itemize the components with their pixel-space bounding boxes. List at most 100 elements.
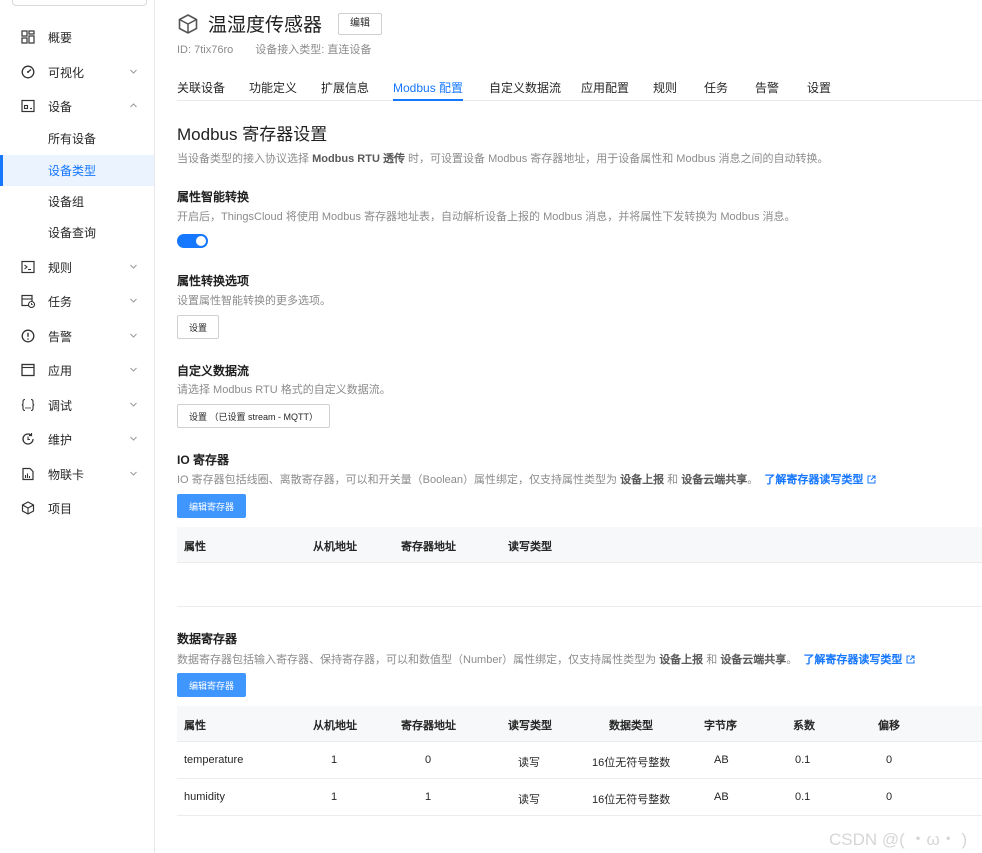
table-row: humidity 1 1 读写 16位无符号整数 AB 0.1 0 <box>177 779 982 816</box>
io-register-table-header: 属性 从机地址 寄存器地址 读写类型 <box>177 527 982 563</box>
tab-functions[interactable]: 功能定义 <box>249 79 297 101</box>
sidebar-subitem-device-types[interactable]: 设备类型 <box>0 155 154 186</box>
io-register-desc: IO 寄存器包括线圈、离散寄存器，可以和开关量（Boolean）属性绑定，仅支持… <box>177 471 876 487</box>
device-type-meta: ID: 7tix76ro 设备接入类型: 直连设备 <box>177 41 390 57</box>
column-header: 寄存器地址 <box>401 720 456 732</box>
smart-convert-toggle[interactable] <box>177 234 208 248</box>
column-header: 属性 <box>184 720 206 732</box>
sidebar-item-rules[interactable]: 规则 <box>0 251 154 283</box>
watermark: CSDN @( ・ω・ ) <box>829 830 968 849</box>
smart-convert-heading: 属性智能转换 <box>177 190 250 204</box>
chevron-up-icon <box>130 103 137 108</box>
register-rw-type-link[interactable]: 了解寄存器读写类型 <box>764 474 863 486</box>
sidebar-item-tasks[interactable]: 任务 <box>0 285 154 317</box>
tab-tasks[interactable]: 任务 <box>704 79 728 101</box>
sidebar-item-visualization[interactable]: 可视化 <box>0 56 154 88</box>
chevron-down-icon <box>130 471 137 476</box>
sidebar-item-label: 项目 <box>48 501 73 516</box>
column-header: 从机地址 <box>313 720 357 732</box>
sidebar-item-label: 概要 <box>48 30 73 45</box>
sidebar-item-iot-card[interactable]: 物联卡 <box>0 458 154 490</box>
tab-alerts[interactable]: 告警 <box>755 79 779 101</box>
io-register-table-empty-bottom <box>177 606 982 607</box>
sidebar: 概要 可视化 设备 所有设备 设备类型 设备组 设备查询 规则 任务 告警 应用… <box>0 0 155 853</box>
main-content: 温湿度传感器 编辑 ID: 7tix76ro 设备接入类型: 直连设备 关联设备… <box>177 0 982 853</box>
sidebar-item-debug[interactable]: 调试 <box>0 389 154 421</box>
page-header: 温湿度传感器 编辑 <box>177 10 383 37</box>
chevron-down-icon <box>130 436 137 441</box>
tab-app-config[interactable]: 应用配置 <box>581 79 629 101</box>
table-cell: 1 <box>331 754 338 766</box>
sidebar-item-projects[interactable]: 项目 <box>0 492 154 524</box>
data-register-table-header: 属性 从机地址 寄存器地址 读写类型 数据类型 字节序 系数 偏移 <box>177 706 982 742</box>
sidebar-item-label: 告警 <box>48 329 73 344</box>
io-register-heading: IO 寄存器 <box>177 453 230 467</box>
chevron-down-icon <box>130 69 137 74</box>
edit-button[interactable]: 编辑 <box>338 12 383 35</box>
task-icon <box>21 294 35 308</box>
tab-bar: 关联设备 功能定义 扩展信息 Modbus 配置 自定义数据流 应用配置 规则 … <box>177 76 982 101</box>
sidebar-search-input[interactable] <box>12 0 147 6</box>
table-cell: AB <box>714 754 729 766</box>
sidebar-item-devices[interactable]: 设备 <box>0 90 154 122</box>
data-register-heading: 数据寄存器 <box>177 632 238 646</box>
tab-rules[interactable]: 规则 <box>653 79 677 101</box>
sidebar-item-label: 设备 <box>48 99 73 114</box>
sidebar-item-alerts[interactable]: 告警 <box>0 320 154 352</box>
sidebar-item-label: 任务 <box>48 294 73 309</box>
external-link-icon <box>906 655 915 664</box>
tab-linked-devices[interactable]: 关联设备 <box>177 79 225 101</box>
sidebar-item-label: 调试 <box>48 398 73 413</box>
column-header: 系数 <box>793 720 815 732</box>
external-link-icon <box>867 475 876 484</box>
custom-stream-settings-button[interactable]: 设置 （已设置 stream - MQTT） <box>177 404 330 428</box>
column-header: 从机地址 <box>313 541 357 553</box>
modbus-section-desc: 当设备类型的接入协议选择 Modbus RTU 透传 时，可设置设备 Modbu… <box>177 153 829 165</box>
column-header: 寄存器地址 <box>401 541 456 553</box>
chevron-down-icon <box>130 333 137 338</box>
sidebar-item-overview[interactable]: 概要 <box>0 21 154 53</box>
alert-icon <box>21 329 35 343</box>
data-register-desc: 数据寄存器包括输入寄存器、保持寄存器，可以和数值型（Number）属性绑定，仅支… <box>177 651 915 667</box>
device-icon <box>21 99 35 113</box>
sidebar-item-label: 维护 <box>48 432 73 447</box>
project-cube-icon <box>21 501 35 515</box>
app-window-icon <box>21 363 35 377</box>
cube-icon <box>178 13 198 34</box>
edit-data-register-button[interactable]: 编辑寄存器 <box>177 673 246 697</box>
table-cell: 16位无符号整数 <box>592 794 671 806</box>
sidebar-item-maintenance[interactable]: 维护 <box>0 423 154 455</box>
sidebar-item-label: 物联卡 <box>48 467 85 482</box>
custom-stream-heading: 自定义数据流 <box>177 364 250 378</box>
chevron-down-icon <box>130 367 137 372</box>
sidebar-item-label: 规则 <box>48 260 73 275</box>
tab-modbus-config[interactable]: Modbus 配置 <box>393 79 464 101</box>
table-cell: 读写 <box>518 757 540 769</box>
convert-options-heading: 属性转换选项 <box>177 274 250 288</box>
column-header: 读写类型 <box>508 541 552 553</box>
convert-options-settings-button[interactable]: 设置 <box>177 315 219 339</box>
tab-custom-stream[interactable]: 自定义数据流 <box>489 79 561 101</box>
column-header: 数据类型 <box>609 720 653 732</box>
table-cell: 0.1 <box>795 791 811 803</box>
table-cell: 1 <box>425 791 432 803</box>
access-type-text: 设备接入类型: 直连设备 <box>255 44 372 56</box>
column-header: 偏移 <box>878 720 900 732</box>
sidebar-subitem-device-groups[interactable]: 设备组 <box>0 186 154 217</box>
device-type-id: ID: 7tix76ro <box>177 44 234 56</box>
sidebar-item-label: 应用 <box>48 363 73 378</box>
edit-io-register-button[interactable]: 编辑寄存器 <box>177 494 246 518</box>
table-cell: 读写 <box>518 794 540 806</box>
column-header: 读写类型 <box>508 720 552 732</box>
table-cell: 0 <box>886 791 893 803</box>
sidebar-item-label: 可视化 <box>48 65 85 80</box>
table-row: temperature 1 0 读写 16位无符号整数 AB 0.1 0 <box>177 742 982 779</box>
sidebar-subitem-device-query[interactable]: 设备查询 <box>0 217 154 248</box>
table-cell: temperature <box>184 754 244 766</box>
tab-extended-info[interactable]: 扩展信息 <box>321 79 369 101</box>
sidebar-subitem-all-devices[interactable]: 所有设备 <box>0 123 154 154</box>
sidebar-item-apps[interactable]: 应用 <box>0 354 154 386</box>
column-header: 字节序 <box>704 720 737 732</box>
tab-settings[interactable]: 设置 <box>807 79 831 101</box>
register-rw-type-link[interactable]: 了解寄存器读写类型 <box>803 654 902 666</box>
